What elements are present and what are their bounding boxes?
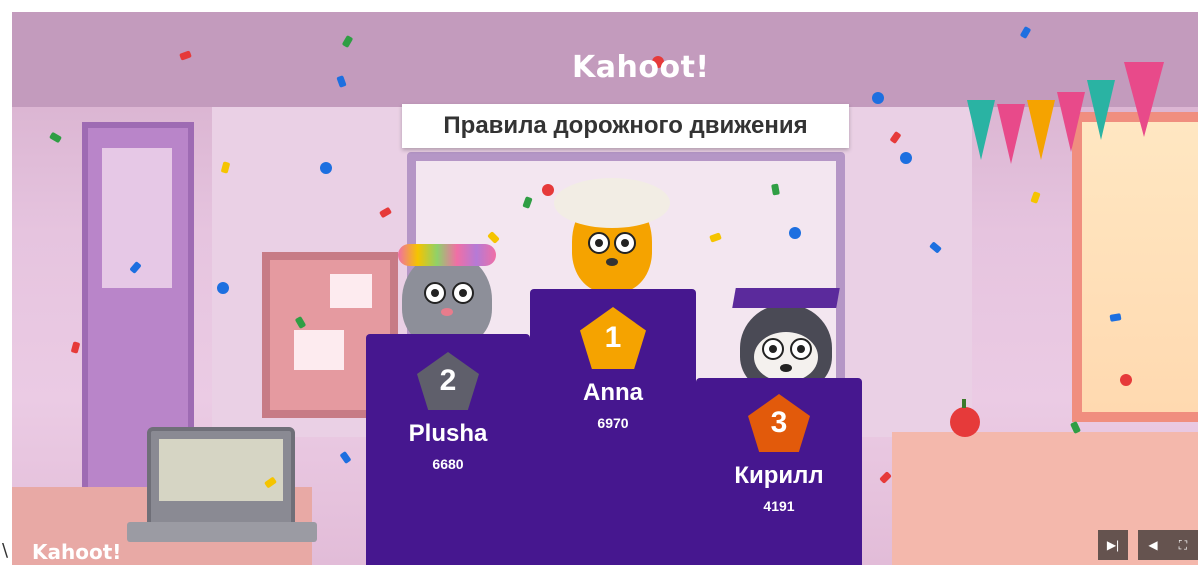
fullscreen-icon[interactable]: ⛶ [1168, 530, 1198, 560]
confetti [70, 341, 81, 354]
pinned-note [294, 330, 344, 370]
podium-third: 3 Кирилл 4191 [696, 378, 862, 565]
bunting-flag [1057, 92, 1085, 152]
confetti [339, 450, 352, 465]
apple-icon [950, 399, 980, 437]
bunting-flag [997, 104, 1025, 164]
confetti-dot [872, 92, 884, 104]
podium-scene: Kahoot! Правила дорожного движения 2 Plu… [12, 12, 1198, 565]
player-name: Plusha [408, 420, 488, 447]
stray-backslash: \ [2, 540, 9, 561]
flower-crown-icon [398, 244, 496, 266]
eye [452, 282, 474, 304]
player-score: 6970 [597, 415, 629, 431]
nose [441, 308, 453, 316]
player-score: 6680 [432, 456, 464, 472]
confetti-dot [217, 282, 229, 294]
confetti-dot [900, 152, 912, 164]
beaver-avatar [554, 178, 670, 292]
podium-first: 1 Anna 6970 [530, 289, 696, 565]
rank-badge-1: 1 [580, 307, 646, 369]
cat-avatar [398, 244, 496, 347]
confetti [879, 471, 892, 484]
judge-wig-icon [554, 178, 670, 228]
player-score: 4191 [763, 498, 795, 514]
quiz-title-bar: Правила дорожного движения [402, 104, 849, 148]
volume-icon[interactable]: ◀ [1138, 530, 1168, 560]
laptop-screen [159, 439, 283, 501]
laptop-keyboard [127, 522, 317, 542]
nose [606, 258, 618, 266]
kahoot-corner-logo: Kahoot! [32, 540, 122, 564]
confetti-dot [320, 162, 332, 174]
player-name: Anna [583, 379, 643, 406]
eye [790, 338, 812, 360]
pinned-note [330, 274, 372, 308]
podium-second: 2 Plusha 6680 [366, 334, 530, 565]
bunting-flag [1027, 100, 1055, 160]
kahoot-logo: Kahoot! [572, 50, 710, 85]
rank-badge-3: 3 [748, 394, 810, 452]
graduation-cap-icon [732, 288, 840, 308]
window [1072, 112, 1198, 422]
eye [614, 232, 636, 254]
eye [424, 282, 446, 304]
quiz-title: Правила дорожного движения [443, 112, 808, 139]
nose [780, 364, 792, 372]
player-name: Кирилл [734, 462, 824, 489]
confetti-dot [542, 184, 554, 196]
skip-forward-icon[interactable]: ▶| [1098, 530, 1128, 560]
rank-badge-2: 2 [417, 352, 479, 410]
confetti [1030, 191, 1041, 204]
bunting-flag [1124, 62, 1164, 137]
bunting-flag [1087, 80, 1115, 140]
confetti-dot [789, 227, 801, 239]
bunting-flag [967, 100, 995, 160]
confetti-dot [1120, 374, 1132, 386]
eye [762, 338, 784, 360]
eye [588, 232, 610, 254]
confetti [48, 131, 63, 144]
